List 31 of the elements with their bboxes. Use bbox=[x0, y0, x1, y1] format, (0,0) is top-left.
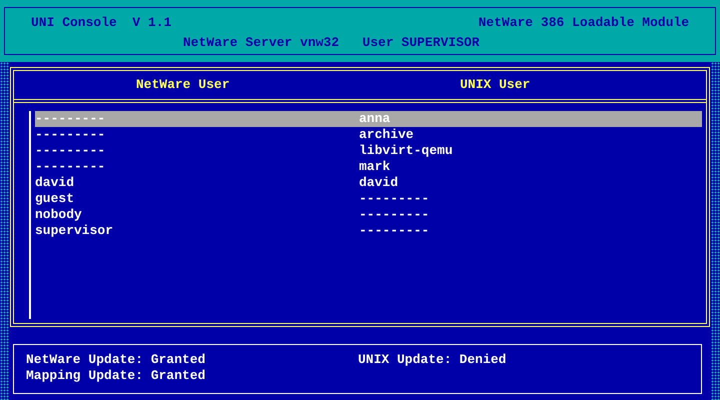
module-label: NetWare 386 Loadable Module bbox=[478, 15, 689, 32]
table-cell-text: --------- bbox=[359, 191, 430, 207]
table-cell-text: --------- bbox=[359, 207, 430, 223]
user-row[interactable]: --------- archive bbox=[35, 127, 702, 143]
table-cell-text: archive bbox=[359, 127, 415, 143]
table-cell-text: libvirt-qemu bbox=[359, 143, 454, 159]
table-cell-text: --------- bbox=[35, 127, 106, 143]
table-cell-text: supervisor bbox=[35, 223, 114, 239]
user-row[interactable]: supervisor --------- bbox=[35, 223, 702, 239]
server-user-label: NetWare Server vnw32 User SUPERVISOR bbox=[182, 34, 480, 52]
table-cell-text: --------- bbox=[35, 143, 106, 159]
table-cell-text: david bbox=[359, 175, 400, 191]
user-row[interactable]: --------- mark bbox=[35, 159, 702, 175]
table-cell-text: mark bbox=[359, 159, 392, 175]
app-title: UNI Console V 1.1 bbox=[31, 15, 172, 32]
status-text: NetWare Update: Granted bbox=[26, 352, 206, 368]
table-cell-text: --------- bbox=[359, 223, 430, 239]
status-text: UNIX Update: Denied bbox=[358, 352, 508, 368]
user-row[interactable]: --------- libvirt-qemu bbox=[35, 143, 702, 159]
table-cell-text: --------- bbox=[35, 159, 106, 175]
table-cell-text: david bbox=[35, 175, 76, 191]
status-text: Mapping Update: Granted bbox=[26, 368, 206, 384]
table-cell-text: nobody bbox=[35, 207, 83, 223]
user-row[interactable]: guest --------- bbox=[35, 191, 702, 207]
column-header: NetWare User bbox=[136, 77, 231, 93]
user-row[interactable]: david david bbox=[35, 175, 702, 191]
user-row[interactable]: nobody --------- bbox=[35, 207, 702, 223]
table-cell-text: --------- bbox=[35, 111, 106, 127]
table-cell-text: anna bbox=[359, 111, 392, 127]
table-cell-text: guest bbox=[35, 191, 76, 207]
column-header: UNIX User bbox=[460, 77, 532, 93]
